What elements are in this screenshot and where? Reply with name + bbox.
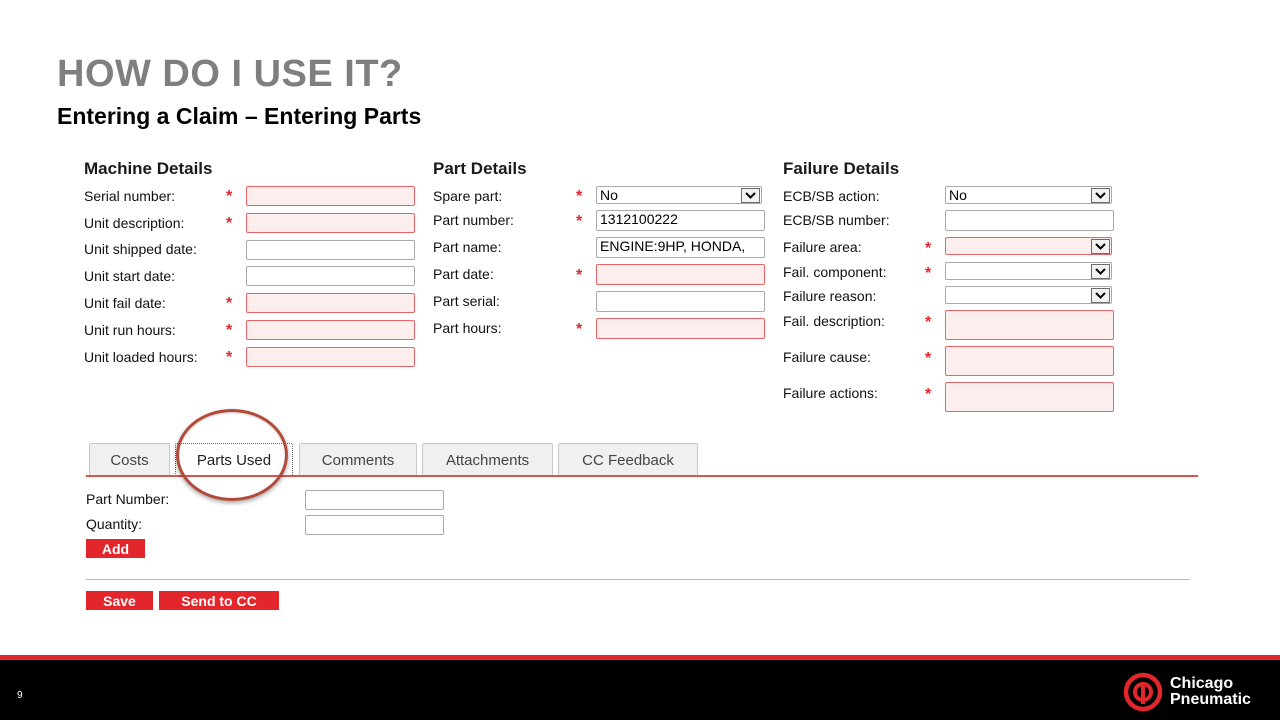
part-serial-label: Part serial:: [433, 293, 500, 309]
fail-component-select[interactable]: [945, 262, 1112, 280]
failure-cause-input[interactable]: [945, 346, 1114, 376]
highlight-circle: [176, 409, 288, 501]
required-marker: *: [226, 188, 233, 205]
page-title: HOW DO I USE IT?: [57, 53, 403, 95]
part-details-heading: Part Details: [433, 159, 527, 178]
required-marker: *: [925, 265, 932, 282]
fail-description-label: Fail. description:: [783, 313, 885, 329]
ecb-sb-number-input[interactable]: [945, 210, 1114, 231]
failure-actions-label: Failure actions:: [783, 385, 878, 401]
unit-shipped-date-input[interactable]: [246, 240, 415, 260]
unit-start-date-input[interactable]: [246, 266, 415, 286]
required-marker: *: [576, 213, 583, 230]
chicago-pneumatic-logo: Chicago Pneumatic: [1123, 671, 1273, 713]
ecb-sb-action-label: ECB/SB action:: [783, 188, 880, 204]
unit-shipped-date-label: Unit shipped date:: [84, 241, 197, 257]
chevron-down-icon[interactable]: [1091, 287, 1110, 303]
quantity-label: Quantity:: [86, 516, 143, 532]
failure-cause-label: Failure cause:: [783, 349, 871, 365]
part-number-entry-input[interactable]: [305, 490, 444, 510]
unit-start-date-label: Unit start date:: [84, 268, 176, 284]
part-date-label: Part date:: [433, 266, 494, 282]
serial-number-label: Serial number:: [84, 188, 176, 204]
spare-part-value: No: [600, 186, 618, 203]
logo-line-1: Chicago: [1170, 675, 1234, 692]
unit-fail-date-input[interactable]: [246, 293, 415, 313]
unit-loaded-hours-input[interactable]: [246, 347, 415, 367]
failure-reason-select[interactable]: [945, 286, 1112, 304]
serial-number-input[interactable]: [246, 186, 415, 206]
spare-part-label: Spare part:: [433, 188, 503, 204]
required-marker: *: [576, 267, 583, 284]
unit-fail-date-label: Unit fail date:: [84, 295, 166, 311]
required-marker: *: [925, 386, 932, 403]
chevron-down-icon[interactable]: [1091, 238, 1110, 254]
chevron-down-icon[interactable]: [1091, 263, 1110, 279]
part-hours-input[interactable]: [596, 318, 765, 339]
part-number-label: Part number:: [433, 212, 514, 228]
tab-attachments[interactable]: Attachments: [422, 443, 553, 476]
unit-description-input[interactable]: [246, 213, 415, 233]
required-marker: *: [226, 215, 233, 232]
part-date-input[interactable]: [596, 264, 765, 285]
fail-description-input[interactable]: [945, 310, 1114, 340]
part-hours-label: Part hours:: [433, 320, 502, 336]
add-button[interactable]: Add: [86, 539, 145, 558]
required-marker: *: [226, 295, 233, 312]
page-subtitle: Entering a Claim – Entering Parts: [57, 103, 422, 129]
ecb-sb-number-label: ECB/SB number:: [783, 212, 890, 228]
logo-line-2: Pneumatic: [1170, 691, 1251, 708]
failure-actions-input[interactable]: [945, 382, 1114, 412]
quantity-input[interactable]: [305, 515, 444, 535]
chevron-down-icon[interactable]: [741, 187, 760, 203]
page-number: 9: [17, 690, 23, 701]
footer: [0, 660, 1280, 720]
part-name-input[interactable]: ENGINE:9HP, HONDA,: [596, 237, 765, 258]
send-to-cc-button[interactable]: Send to CC: [159, 591, 279, 610]
ecb-sb-action-select[interactable]: No: [945, 186, 1112, 204]
tab-costs[interactable]: Costs: [89, 443, 170, 476]
machine-details-heading: Machine Details: [84, 159, 213, 178]
required-marker: *: [925, 240, 932, 257]
spare-part-select[interactable]: No: [596, 186, 762, 204]
divider: [86, 579, 1190, 580]
unit-loaded-hours-label: Unit loaded hours:: [84, 349, 198, 365]
part-number-entry-label: Part Number:: [86, 491, 170, 507]
chevron-down-icon[interactable]: [1091, 187, 1110, 203]
failure-details-heading: Failure Details: [783, 159, 900, 178]
required-marker: *: [925, 350, 932, 367]
part-serial-input[interactable]: [596, 291, 765, 312]
save-button[interactable]: Save: [86, 591, 153, 610]
failure-area-select[interactable]: [945, 237, 1112, 255]
required-marker: *: [226, 349, 233, 366]
required-marker: *: [226, 322, 233, 339]
ecb-sb-action-value: No: [949, 186, 967, 203]
required-marker: *: [576, 321, 583, 338]
fail-component-label: Fail. component:: [783, 264, 887, 280]
required-marker: *: [576, 188, 583, 205]
required-marker: *: [925, 314, 932, 331]
part-number-input[interactable]: 1312100222: [596, 210, 765, 231]
unit-description-label: Unit description:: [84, 215, 185, 231]
part-name-label: Part name:: [433, 239, 502, 255]
tab-comments[interactable]: Comments: [299, 443, 417, 476]
failure-area-label: Failure area:: [783, 239, 862, 255]
failure-reason-label: Failure reason:: [783, 288, 877, 304]
unit-run-hours-label: Unit run hours:: [84, 322, 176, 338]
cp-logo-icon: [1123, 672, 1163, 712]
tab-cc-feedback[interactable]: CC Feedback: [558, 443, 698, 476]
unit-run-hours-input[interactable]: [246, 320, 415, 340]
